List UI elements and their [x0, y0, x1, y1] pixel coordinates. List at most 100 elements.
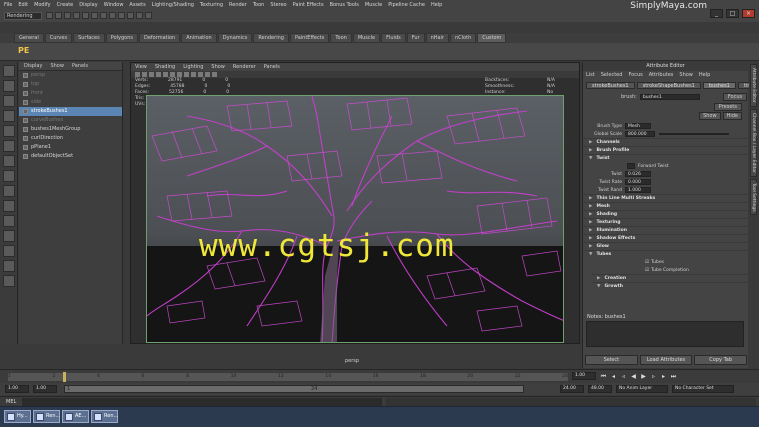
- layout-outliner-icon[interactable]: [3, 230, 15, 242]
- select-tool-icon[interactable]: [3, 65, 15, 77]
- shelf-tab-toon[interactable]: Toon: [330, 33, 352, 43]
- snap-grid-icon[interactable]: [100, 12, 107, 19]
- go-to-end-icon[interactable]: ⏭: [670, 373, 677, 380]
- snap-curve-icon[interactable]: [109, 12, 116, 19]
- outliner-item[interactable]: bushes1MeshGroup: [19, 125, 122, 134]
- paint-select-icon[interactable]: [3, 95, 15, 107]
- ipr-render-icon[interactable]: [136, 12, 143, 19]
- shelf-tab-dynamics[interactable]: Dynamics: [217, 33, 253, 43]
- shelf-tab-nhair[interactable]: nHair: [425, 33, 449, 43]
- viewport-menu-panels[interactable]: Panels: [264, 63, 280, 71]
- section-shadow-effects[interactable]: ▶ Shadow Effects: [583, 234, 748, 242]
- global-scale-field[interactable]: 800.000: [625, 131, 655, 137]
- show-button[interactable]: Show: [699, 111, 721, 120]
- current-time-field[interactable]: 1.00: [572, 372, 596, 380]
- lasso-tool-icon[interactable]: [3, 80, 15, 92]
- outliner-item[interactable]: defaultObjectSet: [19, 152, 122, 161]
- twist-rand-field[interactable]: 1.000: [625, 187, 651, 193]
- step-forward-key-icon[interactable]: ▸: [660, 373, 667, 380]
- character-set-dropdown[interactable]: No Character Set: [672, 385, 734, 393]
- layout-single-icon[interactable]: [3, 185, 15, 197]
- ae-menu-selected[interactable]: Selected: [601, 71, 623, 79]
- ae-menu-focus[interactable]: Focus: [628, 71, 642, 79]
- ae-menu-attributes[interactable]: Attributes: [649, 71, 674, 79]
- camera-icon[interactable]: [135, 72, 140, 77]
- viewport-menu-lighting[interactable]: Lighting: [183, 63, 203, 71]
- global-scale-slider[interactable]: [659, 133, 729, 135]
- textured-icon[interactable]: [156, 72, 161, 77]
- menu-lighting-shading[interactable]: Lighting/Shading: [152, 2, 194, 8]
- shelf-tab-general[interactable]: General: [14, 33, 44, 43]
- grid-icon[interactable]: [184, 72, 189, 77]
- twist-rate-field[interactable]: 0.000: [625, 179, 651, 185]
- render-icon[interactable]: [127, 12, 134, 19]
- menu-paint-effects[interactable]: Paint Effects: [293, 2, 324, 8]
- start-time-field[interactable]: 1.00: [5, 385, 29, 393]
- step-back-key-icon[interactable]: ◂: [610, 373, 617, 380]
- maximize-button[interactable]: □: [726, 9, 739, 18]
- mode-selector[interactable]: Rendering: [4, 12, 42, 20]
- manipulator-icon[interactable]: [3, 155, 15, 167]
- side-tab-tool-settings[interactable]: Tool Settings: [750, 178, 757, 216]
- end-time-field[interactable]: 48.00: [588, 385, 612, 393]
- layout-four-icon[interactable]: [3, 200, 15, 212]
- shelf-tab-rendering[interactable]: Rendering: [253, 33, 289, 43]
- go-to-start-icon[interactable]: ⏮: [600, 373, 607, 380]
- section-texturing[interactable]: ▶ Texturing: [583, 218, 748, 226]
- section-shading[interactable]: ▶ Shading: [583, 210, 748, 218]
- playback-end-field[interactable]: 24.00: [560, 385, 584, 393]
- menu-create[interactable]: Create: [57, 2, 74, 8]
- section-brush-profile[interactable]: ▶ Brush Profile: [583, 146, 748, 154]
- notes-textarea[interactable]: [586, 321, 744, 347]
- viewport-canvas[interactable]: www.cgtsj.com: [146, 95, 564, 343]
- playback-start-field[interactable]: 1.00: [33, 385, 57, 393]
- shelf-tab-polygons[interactable]: Polygons: [105, 33, 138, 43]
- save-scene-icon[interactable]: [64, 12, 71, 19]
- copy-tab-button[interactable]: Copy Tab: [694, 355, 748, 365]
- outliner-item[interactable]: side: [19, 98, 122, 107]
- smooth-shade-icon[interactable]: [149, 72, 154, 77]
- section-twist[interactable]: ▼ Twist: [583, 154, 748, 162]
- presets-button[interactable]: Presets: [713, 102, 742, 111]
- section-channels[interactable]: ▶ Channels: [583, 138, 748, 146]
- shelf-tab-ncloth[interactable]: nCloth: [450, 33, 477, 43]
- command-input[interactable]: [22, 398, 382, 406]
- paint-effects-shelf-button[interactable]: PE: [18, 46, 29, 55]
- select-button[interactable]: Select: [585, 355, 638, 365]
- focus-button[interactable]: Focus: [722, 93, 748, 101]
- lights-icon[interactable]: [163, 72, 168, 77]
- step-back-frame-icon[interactable]: ◃: [620, 373, 627, 380]
- range-bar[interactable]: 1 24: [64, 385, 524, 393]
- shelf-tab-curves[interactable]: Curves: [44, 33, 73, 43]
- section-mesh[interactable]: ▶ Mesh: [583, 202, 748, 210]
- menu-edit[interactable]: Edit: [18, 2, 28, 8]
- section-creation[interactable]: ▶ Creation: [591, 274, 748, 282]
- shelf-tab-muscle[interactable]: Muscle: [352, 33, 381, 43]
- rotate-tool-icon[interactable]: [3, 125, 15, 137]
- shelf-tab-deformation[interactable]: Deformation: [139, 33, 181, 43]
- new-scene-icon[interactable]: [46, 12, 53, 19]
- outliner-item[interactable]: pPlane1: [19, 143, 122, 152]
- step-forward-frame-icon[interactable]: ▹: [650, 373, 657, 380]
- current-time-marker[interactable]: [63, 372, 66, 382]
- render-settings-icon[interactable]: [145, 12, 152, 19]
- outliner-item[interactable]: front: [19, 89, 122, 98]
- load-attributes-button[interactable]: Load Attributes: [639, 355, 693, 365]
- viewport-menu-shading[interactable]: Shading: [155, 63, 175, 71]
- hud-icon[interactable]: [212, 72, 217, 77]
- menu-texturing[interactable]: Texturing: [200, 2, 223, 8]
- close-button[interactable]: ×: [742, 9, 755, 18]
- xray-icon[interactable]: [177, 72, 182, 77]
- side-tab-attribute-editor[interactable]: Attribute Editor: [750, 64, 757, 107]
- menu-file[interactable]: File: [4, 2, 12, 8]
- open-scene-icon[interactable]: [55, 12, 62, 19]
- ae-tab-bushes1[interactable]: bushes1: [702, 82, 736, 89]
- taskbar-button[interactable]: AE...: [62, 410, 89, 423]
- section-tubes[interactable]: ▼ Tubes: [583, 250, 748, 258]
- menu-stereo[interactable]: Stereo: [270, 2, 286, 8]
- shelf-tab-fluids[interactable]: Fluids: [381, 33, 406, 43]
- menu-bonus-tools[interactable]: Bonus Tools: [330, 2, 359, 8]
- menu-window[interactable]: Window: [104, 2, 124, 8]
- viewport-menu-view[interactable]: View: [135, 63, 147, 71]
- viewport-menu-show[interactable]: Show: [211, 63, 225, 71]
